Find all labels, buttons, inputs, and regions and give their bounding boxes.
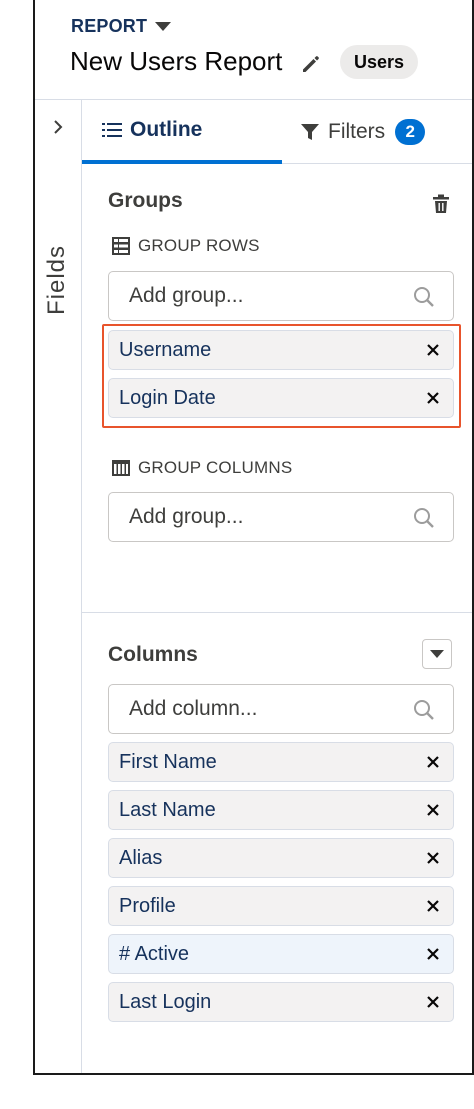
columns-title: Columns [108,643,198,666]
filters-count-badge: 2 [395,119,426,145]
caret-down-icon [155,22,172,31]
columns-menu-button[interactable] [422,639,452,669]
outline-panel: Groups GROUP ROWS Username Login Date GR… [82,165,472,1073]
close-icon[interactable] [425,390,441,406]
list-icon [102,123,122,137]
column-label: Alias [119,846,163,869]
report-builder-panel: REPORT New Users Report Users Fields Out… [33,0,474,1075]
close-icon[interactable] [425,850,441,866]
group-rows-search[interactable] [108,271,454,321]
columns-input[interactable] [129,697,399,721]
column-item-active[interactable]: # Active [108,934,454,974]
fields-rail[interactable]: Fields [35,100,82,1073]
group-columns-search[interactable] [108,492,454,542]
group-rows-label: GROUP ROWS [112,236,260,256]
table-columns-icon [112,460,130,476]
column-item[interactable]: Last Name [108,790,454,830]
report-object-badge: Users [340,45,419,79]
close-icon[interactable] [425,342,441,358]
close-icon[interactable] [425,802,441,818]
tab-filters[interactable]: Filters 2 [300,100,426,164]
pencil-icon[interactable] [300,51,322,73]
report-header: REPORT New Users Report Users [35,0,472,100]
trash-icon[interactable] [432,194,450,219]
close-icon[interactable] [425,754,441,770]
group-columns-input[interactable] [129,505,399,529]
close-icon[interactable] [425,994,441,1010]
close-icon[interactable] [425,898,441,914]
report-title: New Users Report [70,46,322,77]
groups-title: Groups [108,189,183,212]
column-item[interactable]: First Name [108,742,454,782]
table-rows-icon [112,237,130,255]
group-columns-label: GROUP COLUMNS [112,458,292,478]
group-rows-input[interactable] [129,284,399,308]
report-type-menu[interactable]: REPORT [71,16,172,37]
column-item[interactable]: Alias [108,838,454,878]
caret-down-icon [430,650,444,658]
report-title-text: New Users Report [70,46,283,76]
report-label: REPORT [71,16,148,36]
search-icon [414,508,434,528]
column-item[interactable]: Last Login [108,982,454,1022]
column-label: Profile [119,894,176,917]
column-item[interactable]: Profile [108,886,454,926]
tab-outline-label: Outline [130,118,203,141]
group-columns-label-text: GROUP COLUMNS [138,458,293,477]
search-icon [414,287,434,307]
group-row-label: Username [119,338,212,361]
close-icon[interactable] [425,946,441,962]
column-label: Last Name [119,798,216,821]
group-row-item[interactable]: Login Date [108,378,454,418]
chevron-right-icon[interactable] [49,118,67,136]
search-icon [414,700,434,720]
panel-tabs: Outline Filters 2 [82,100,472,164]
group-row-label: Login Date [119,386,216,409]
columns-search[interactable] [108,684,454,734]
filter-icon [301,124,319,140]
group-rows-label-text: GROUP ROWS [138,236,260,255]
section-divider [82,612,472,613]
column-label: Last Login [119,990,212,1013]
tab-outline[interactable]: Outline [82,100,282,164]
fields-rail-label: Fields [43,244,70,315]
column-label: First Name [119,750,217,773]
tab-filters-label: Filters [328,120,386,143]
group-row-item[interactable]: Username [108,330,454,370]
column-label: # Active [119,942,190,965]
